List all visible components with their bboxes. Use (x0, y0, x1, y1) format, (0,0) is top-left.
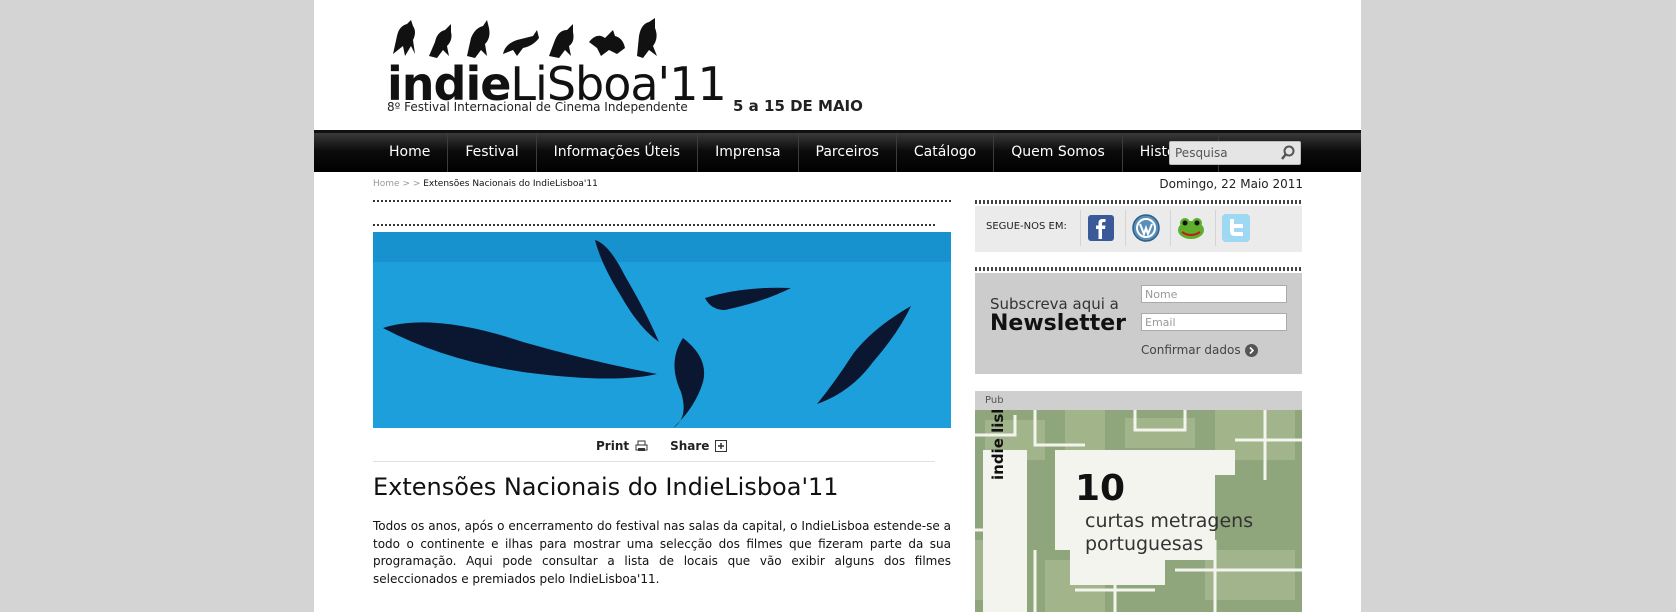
advertisement[interactable]: Pub indie lisboa 10 curtas metragens por… (975, 391, 1302, 612)
newsletter-title: Newsletter (990, 311, 1127, 336)
search-box (1169, 141, 1301, 165)
breadcrumb: Home > > Extensões Nacionais do IndieLis… (373, 179, 598, 189)
ad-text-line-2: portuguesas (1085, 533, 1204, 555)
current-date: Domingo, 22 Maio 2011 (1159, 177, 1303, 191)
newsletter-email-field[interactable] (1141, 313, 1287, 331)
pub-label: Pub (975, 391, 1302, 410)
site-logo[interactable]: indieLiSboa'11 8º Festival Internacional… (387, 16, 727, 116)
ad-logo: indie lisboa (989, 410, 1007, 480)
frog-icon[interactable] (1170, 210, 1211, 246)
nav-item-parceiros[interactable]: Parceiros (799, 133, 897, 172)
plus-icon (715, 440, 728, 452)
article-title: Extensões Nacionais do IndieLisboa'11 (373, 473, 839, 501)
divider (373, 224, 935, 226)
arrow-right-icon (1244, 343, 1258, 357)
nav-item-catalogo[interactable]: Catálogo (897, 133, 995, 172)
divider (373, 200, 951, 202)
share-label: Share (670, 439, 710, 453)
nav-item-home[interactable]: Home (372, 133, 449, 172)
nav-item-imprensa[interactable]: Imprensa (698, 133, 799, 172)
hero-image (373, 232, 951, 428)
main-nav: Home Festival Informações Úteis Imprensa… (314, 130, 1361, 172)
ad-text-line-1: curtas metragens (1085, 510, 1254, 532)
wordpress-icon[interactable] (1125, 210, 1166, 246)
crows-icon (393, 18, 657, 58)
divider (975, 200, 1302, 204)
logo-subtitle: 8º Festival Internacional de Cinema Inde… (387, 100, 688, 114)
ad-number: 10 (1075, 468, 1126, 509)
festival-dates: 5 a 15 DE MAIO (733, 97, 863, 115)
ad-text: curtas metragens portuguesas (1085, 510, 1253, 556)
nav-item-festival[interactable]: Festival (448, 133, 537, 172)
breadcrumb-separator: > > (399, 179, 424, 189)
confirm-label: Confirmar dados (1141, 343, 1241, 357)
facebook-icon[interactable] (1080, 210, 1121, 246)
article-tools: Print Share (596, 439, 728, 453)
twitter-icon[interactable] (1215, 210, 1256, 246)
search-input[interactable] (1170, 142, 1275, 164)
search-icon[interactable] (1280, 145, 1296, 161)
ad-banner[interactable]: indie lisboa 10 curtas metragens portugu… (975, 410, 1302, 612)
printer-icon (635, 440, 648, 451)
article-body: Todos os anos, após o encerramento do fe… (373, 519, 951, 586)
breadcrumb-current: Extensões Nacionais do IndieLisboa'11 (423, 179, 598, 189)
divider (975, 267, 1302, 271)
follow-us-label: SEGUE-NOS EM: (986, 221, 1067, 232)
newsletter-name-field[interactable] (1141, 285, 1287, 303)
share-button[interactable]: Share (670, 439, 728, 453)
feathers-image (373, 232, 951, 428)
print-label: Print (596, 439, 630, 453)
header: indieLiSboa'11 8º Festival Internacional… (314, 0, 1361, 130)
newsletter-confirm-button[interactable]: Confirmar dados (1141, 343, 1258, 357)
nav-item-informacoes[interactable]: Informações Úteis (537, 133, 699, 172)
follow-us-box: SEGUE-NOS EM: (975, 206, 1302, 252)
breadcrumb-home[interactable]: Home (373, 179, 400, 189)
divider (373, 461, 935, 462)
print-button[interactable]: Print (596, 439, 648, 453)
page: indieLiSboa'11 8º Festival Internacional… (314, 0, 1361, 612)
nav-item-quem-somos[interactable]: Quem Somos (994, 133, 1123, 172)
newsletter-box: Subscreva aqui a Newsletter Confirmar da… (975, 273, 1302, 374)
